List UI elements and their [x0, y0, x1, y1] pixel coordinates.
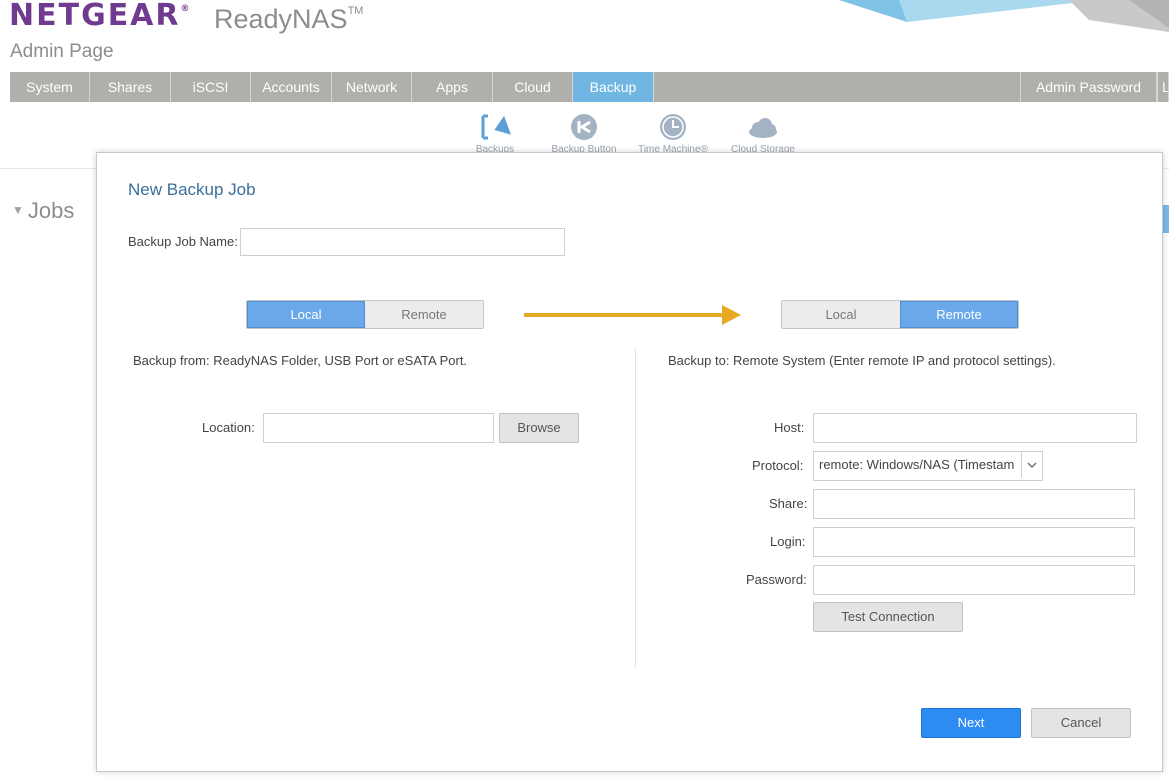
password-input[interactable]	[813, 565, 1135, 595]
destination-local-option[interactable]: Local	[782, 301, 900, 328]
direction-arrow-icon	[524, 305, 741, 325]
share-label: Share:	[769, 496, 808, 511]
chevron-down-icon	[1021, 452, 1042, 478]
backup-arrow-icon	[481, 114, 511, 140]
cancel-button[interactable]: Cancel	[1031, 708, 1131, 738]
subnav-time-machine[interactable]: Time Machine®	[633, 112, 713, 155]
tab-iscsi[interactable]: iSCSI	[171, 72, 251, 102]
subnav-cloud-storage[interactable]: Cloud Storage	[723, 112, 803, 155]
host-label: Host:	[774, 420, 805, 435]
destination-toggle: Local Remote	[781, 300, 1019, 329]
new-backup-job-dialog: New Backup Job Backup Job Name: Local Re…	[96, 152, 1163, 772]
cloud-icon	[749, 118, 777, 138]
product-name: ReadyNASTM	[214, 4, 364, 34]
job-name-label: Backup Job Name:	[128, 234, 238, 249]
login-label: Login:	[770, 534, 806, 549]
destination-remote-option[interactable]: Remote	[900, 301, 1018, 328]
jobs-heading[interactable]: ▼ Jobs	[12, 198, 74, 224]
dialog-title: New Backup Job	[128, 180, 256, 199]
source-description: Backup from: ReadyNAS Folder, USB Port o…	[133, 353, 468, 368]
subnav-backups[interactable]: Backups	[455, 112, 535, 155]
job-name-input[interactable]	[240, 228, 565, 256]
main-nav: System Shares iSCSI Accounts Network App…	[10, 72, 1169, 102]
tab-logout-partial[interactable]: L	[1157, 72, 1169, 102]
tab-shares[interactable]: Shares	[90, 72, 171, 102]
tab-backup[interactable]: Backup	[573, 72, 654, 102]
tab-network[interactable]: Network	[332, 72, 412, 102]
protocol-value: remote: Windows/NAS (Timestam	[819, 457, 1015, 472]
test-connection-button[interactable]: Test Connection	[813, 602, 963, 632]
protocol-label: Protocol:	[752, 458, 804, 473]
column-divider	[635, 349, 636, 667]
password-label: Password:	[746, 572, 807, 587]
protocol-select[interactable]: remote: Windows/NAS (Timestam	[813, 451, 1043, 481]
tab-apps[interactable]: Apps	[412, 72, 493, 102]
location-input[interactable]	[263, 413, 494, 443]
share-input[interactable]	[813, 489, 1135, 519]
clock-icon	[660, 114, 686, 140]
location-label: Location:	[202, 420, 255, 435]
source-local-option[interactable]: Local	[247, 301, 365, 328]
login-input[interactable]	[813, 527, 1135, 557]
tab-admin-password[interactable]: Admin Password	[1020, 72, 1157, 102]
destination-description: Backup to: Remote System (Enter remote I…	[668, 353, 1056, 368]
tab-cloud[interactable]: Cloud	[493, 72, 573, 102]
netgear-logo: NETGEAR®	[9, 0, 190, 33]
source-remote-option[interactable]: Remote	[365, 301, 483, 328]
header-decoration	[839, 0, 1169, 32]
caret-down-icon: ▼	[12, 203, 24, 217]
source-toggle: Local Remote	[246, 300, 484, 329]
subnav-backup-button[interactable]: Backup Button	[544, 112, 624, 155]
browse-button[interactable]: Browse	[499, 413, 579, 443]
tab-system[interactable]: System	[10, 72, 90, 102]
tab-accounts[interactable]: Accounts	[251, 72, 332, 102]
backup-button-icon	[571, 114, 597, 140]
host-input[interactable]	[813, 413, 1137, 443]
next-button[interactable]: Next	[921, 708, 1021, 738]
page-subtitle: Admin Page	[10, 41, 114, 62]
